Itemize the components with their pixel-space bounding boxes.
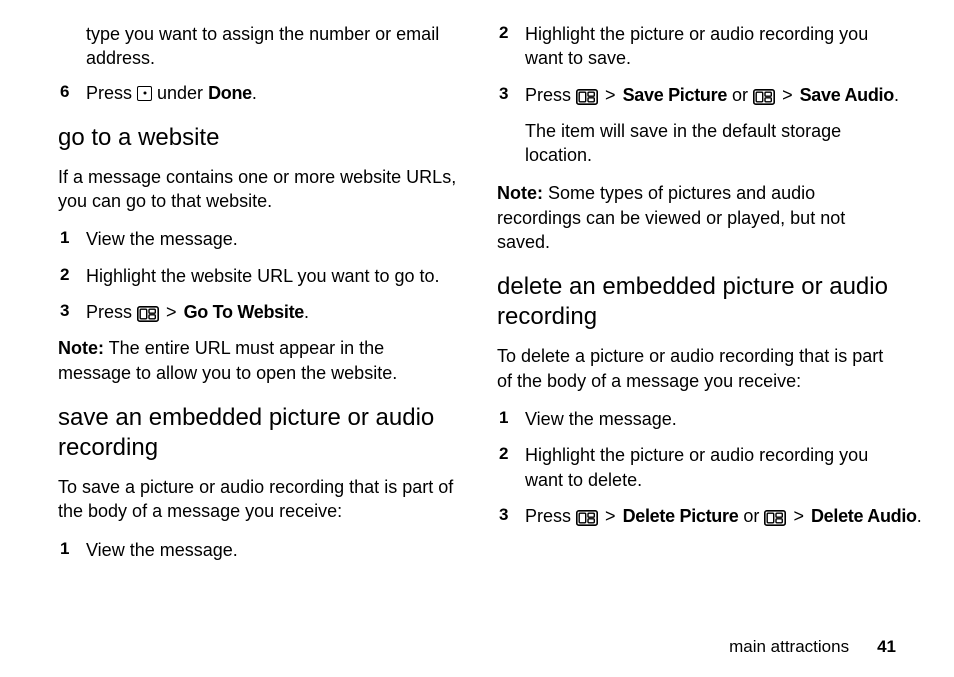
- step-number: 2: [58, 264, 86, 287]
- menu-key-icon: [137, 306, 159, 322]
- menu-label: Save Picture: [623, 85, 727, 105]
- heading-delete-embedded: delete an embedded picture or audio reco…: [497, 272, 896, 332]
- softkey-dot-icon: [137, 86, 152, 101]
- step-3: 3 Press > Go To Website.: [58, 300, 457, 324]
- step-1: 1 View the message.: [497, 407, 896, 431]
- menu-label: Save Audio: [800, 85, 894, 105]
- paragraph: To save a picture or audio recording tha…: [58, 475, 457, 524]
- menu-label: Delete Audio: [811, 506, 917, 526]
- step-number: 2: [497, 22, 525, 45]
- page-footer: main attractions 41: [729, 636, 896, 659]
- menu-key-icon: [764, 510, 786, 526]
- heading-go-to-website: go to a website: [58, 123, 457, 153]
- step-text: View the message.: [86, 538, 457, 562]
- note: Note: The entire URL must appear in the …: [58, 336, 457, 385]
- step-text: Highlight the picture or audio recording…: [525, 443, 896, 492]
- step-text: Press under Done.: [86, 81, 457, 105]
- step-3: 3 Press > Save Picture or > Save Audio.: [497, 83, 896, 107]
- step-6: 6 Press under Done.: [58, 81, 457, 105]
- step-number: 6: [58, 81, 86, 104]
- note-label: Note:: [497, 183, 543, 203]
- note: Note: Some types of pictures and audio r…: [497, 181, 896, 254]
- step-text: Press > Save Picture or > Save Audio.: [525, 83, 899, 107]
- text: .: [304, 302, 309, 322]
- text: Press: [86, 302, 137, 322]
- step-number: 2: [497, 443, 525, 466]
- menu-label-done: Done: [208, 83, 252, 103]
- paragraph: If a message contains one or more websit…: [58, 165, 457, 214]
- step-number: 1: [497, 407, 525, 430]
- step-number: 3: [58, 300, 86, 323]
- step-text: View the message.: [86, 227, 457, 251]
- step-2: 2 Highlight the website URL you want to …: [58, 264, 457, 288]
- text: Press: [525, 506, 576, 526]
- footer-section: main attractions: [729, 637, 849, 656]
- menu-key-icon: [576, 510, 598, 526]
- step-text: Highlight the website URL you want to go…: [86, 264, 457, 288]
- menu-key-icon: [576, 89, 598, 105]
- step-text: View the message.: [525, 407, 896, 431]
- step-text: Highlight the picture or audio recording…: [525, 22, 896, 71]
- step-2: 2 Highlight the picture or audio recordi…: [497, 443, 896, 492]
- manual-page: type you want to assign the number or em…: [0, 0, 954, 620]
- text: under: [152, 83, 208, 103]
- menu-key-icon: [753, 89, 775, 105]
- text: Press: [525, 85, 576, 105]
- continuation-text: type you want to assign the number or em…: [86, 22, 457, 71]
- separator: >: [780, 83, 795, 107]
- step-1: 1 View the message.: [58, 538, 457, 562]
- menu-label: Go To Website: [184, 302, 304, 322]
- separator: >: [791, 504, 806, 528]
- step-text: Press > Delete Picture or > Delete Audio…: [525, 504, 922, 528]
- menu-label: Delete Picture: [623, 506, 739, 526]
- step-number: 3: [497, 504, 525, 527]
- text: Press: [86, 83, 137, 103]
- paragraph: To delete a picture or audio recording t…: [497, 344, 896, 393]
- step-number: 3: [497, 83, 525, 106]
- separator: >: [603, 504, 618, 528]
- text: .: [252, 83, 257, 103]
- step-number: 1: [58, 227, 86, 250]
- step-number: 1: [58, 538, 86, 561]
- footer-page-number: 41: [877, 637, 896, 656]
- step-3: 3 Press > Delete Picture or > Delete Aud…: [497, 504, 896, 528]
- separator: >: [164, 300, 179, 324]
- text: or: [738, 506, 764, 526]
- step-text: Press > Go To Website.: [86, 300, 457, 324]
- text: or: [727, 85, 753, 105]
- note-text: The entire URL must appear in the messag…: [58, 338, 397, 382]
- heading-save-embedded: save an embedded picture or audio record…: [58, 403, 457, 463]
- continuation-text: The item will save in the default storag…: [525, 119, 896, 168]
- text: .: [894, 85, 899, 105]
- step-2: 2 Highlight the picture or audio recordi…: [497, 22, 896, 71]
- note-text: Some types of pictures and audio recordi…: [497, 183, 845, 252]
- note-label: Note:: [58, 338, 104, 358]
- text: .: [917, 506, 922, 526]
- step-1: 1 View the message.: [58, 227, 457, 251]
- separator: >: [603, 83, 618, 107]
